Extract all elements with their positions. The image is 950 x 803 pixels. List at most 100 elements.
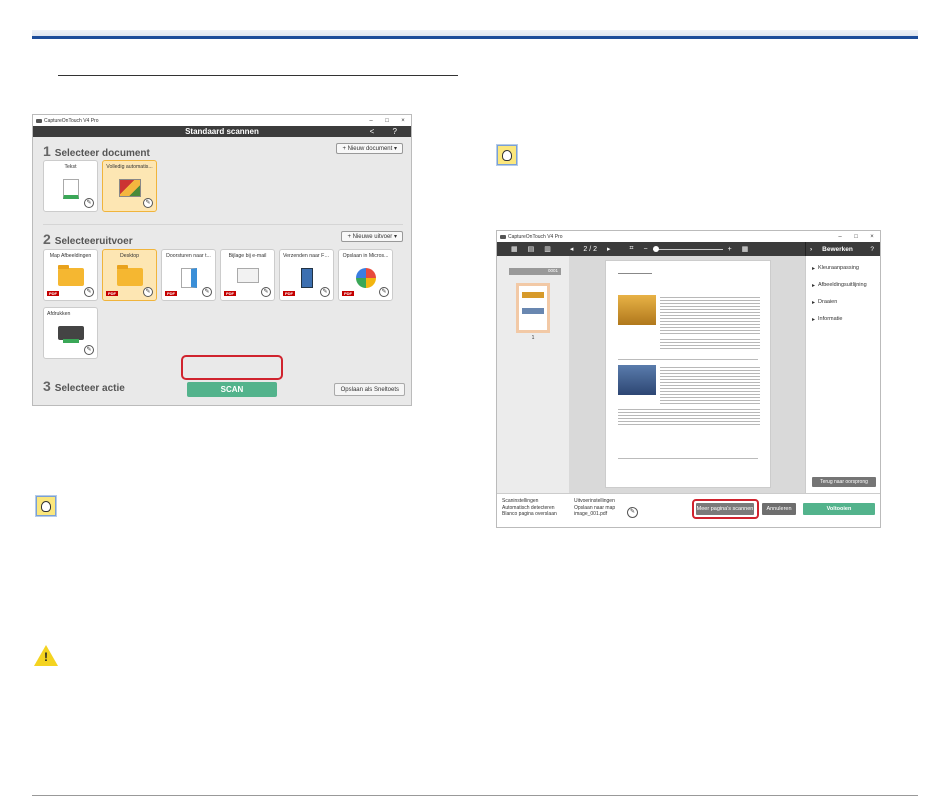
output-card-pictures-folder[interactable]: Map Afbeeldingen PDF ✎ xyxy=(43,249,98,301)
folder-icon xyxy=(116,265,143,286)
edit-pencil-icon[interactable]: ✎ xyxy=(84,345,94,355)
card-label: Map Afbeeldingen xyxy=(49,253,92,259)
standard-scan-window: CaptureOnTouch V4 Pro – □ × Standaard sc… xyxy=(32,114,412,406)
document-card-full-auto[interactable]: Volledig automatis... ✎ xyxy=(102,160,157,212)
forward-document-icon xyxy=(180,268,197,288)
scan-button[interactable]: SCAN xyxy=(187,382,277,397)
output-card-print[interactable]: Afdrukken ✎ xyxy=(43,307,98,359)
card-label: Doorsturen naar t... xyxy=(166,253,211,259)
section-divider xyxy=(618,359,758,360)
ftp-icon xyxy=(300,268,313,288)
output-card-forward[interactable]: Doorsturen naar t... PDF ✎ xyxy=(161,249,216,301)
step-number: 1 xyxy=(43,143,51,159)
minimize-icon[interactable]: – xyxy=(832,234,848,240)
zoom-in-icon[interactable]: + xyxy=(728,246,732,253)
output-card-email[interactable]: Bijlage bij e-mail PDF ✎ xyxy=(220,249,275,301)
maximize-icon[interactable]: □ xyxy=(848,234,864,240)
new-document-button[interactable]: + Nieuw document ▾ xyxy=(336,143,403,154)
edit-pencil-icon[interactable]: ✎ xyxy=(202,287,212,297)
zoom-out-icon[interactable]: − xyxy=(643,246,647,253)
mail-icon xyxy=(236,268,259,283)
output-settings-column: Uitvoerinstellingen Opslaan naar map ima… xyxy=(574,498,615,518)
list-view-icon[interactable]: ▥ xyxy=(544,245,551,253)
document-card-text[interactable]: Tekst ✎ xyxy=(43,160,98,212)
prev-page-icon[interactable]: ◂ xyxy=(570,245,574,253)
restore-original-button[interactable]: Terug naar oorsprong xyxy=(812,477,876,487)
output-settings-header: Uitvoerinstellingen xyxy=(574,498,615,504)
fit-page-icon[interactable]: ⌗ xyxy=(630,245,634,253)
zoom-slider[interactable] xyxy=(652,245,723,252)
output-setting-line: image_001.pdf xyxy=(574,511,608,517)
edit-pencil-icon[interactable]: ✎ xyxy=(84,198,94,208)
warning-exclamation: ! xyxy=(44,650,48,664)
information-item[interactable]: Informatie xyxy=(812,314,880,324)
edit-pencil-icon[interactable]: ✎ xyxy=(143,198,153,208)
scanner-app-icon xyxy=(36,118,42,123)
page-counter-bar: 0001 xyxy=(509,268,561,275)
scan-settings-column: Scaninstellingen Automatisch detecteren … xyxy=(502,498,557,518)
output-card-microsoft[interactable]: Opslaan in Micros... PDF ✎ xyxy=(338,249,393,301)
article-text xyxy=(660,337,760,349)
window-titlebar: CaptureOnTouch V4 Pro – □ × xyxy=(33,115,411,126)
window-titlebar: CaptureOnTouch V4 Pro – □ × xyxy=(497,231,880,242)
cloud-pie-icon xyxy=(355,268,376,288)
new-output-button[interactable]: + Nieuwe uitvoer ▾ xyxy=(341,231,403,242)
hint-lightbulb-icon xyxy=(497,145,517,165)
help-icon[interactable]: ? xyxy=(870,246,874,253)
card-label: Bijlage bij e-mail xyxy=(228,253,267,259)
edit-pencil-icon[interactable]: ✎ xyxy=(261,287,271,297)
zoom-slider-handle[interactable] xyxy=(652,245,659,252)
step-label: Selecteer document xyxy=(54,148,150,159)
cancel-button[interactable]: Annuleren xyxy=(762,503,796,515)
next-page-icon[interactable]: ▸ xyxy=(607,245,611,253)
thumbnail-number: 1 xyxy=(531,335,535,341)
thumbnail-grid-icon[interactable]: ▦ xyxy=(742,245,749,253)
large-grid-icon[interactable]: ▦ xyxy=(511,245,518,253)
edit-pencil-icon[interactable]: ✎ xyxy=(143,287,153,297)
edit-pencil-icon[interactable]: ✎ xyxy=(320,287,330,297)
save-as-shortcut-button[interactable]: Opslaan als Sneltoets xyxy=(333,383,405,396)
pdf-badge: PDF xyxy=(165,291,177,296)
color-adjustment-item[interactable]: Kleuraanpassing xyxy=(812,263,880,273)
page-indicator: 2 / 2 xyxy=(583,245,598,253)
window-title: CaptureOnTouch V4 Pro xyxy=(44,117,99,124)
image-alignment-item[interactable]: Afbeeldingsuitlijning xyxy=(812,280,880,290)
scan-more-highlight xyxy=(692,499,759,519)
edit-output-pencil-icon[interactable]: ✎ xyxy=(627,507,638,518)
panel-toggle-icon[interactable]: › xyxy=(810,246,812,253)
close-icon[interactable]: × xyxy=(395,118,411,124)
pdf-badge: PDF xyxy=(283,291,295,296)
page-thumbnail[interactable] xyxy=(516,283,550,333)
edit-pencil-icon[interactable]: ✎ xyxy=(379,287,389,297)
bottom-settings-bar: Scaninstellingen Automatisch detecteren … xyxy=(497,493,880,527)
page-viewer xyxy=(569,256,805,493)
panel-title: Bewerken xyxy=(822,245,853,253)
article-text xyxy=(660,295,760,335)
step-number: 3 xyxy=(43,378,51,394)
divider xyxy=(43,224,403,225)
pdf-badge: PDF xyxy=(342,291,354,296)
page-footer-rule xyxy=(32,795,918,796)
screen-header: Standaard scannen < ? xyxy=(33,126,411,137)
output-card-ftp[interactable]: Verzenden naar FT... PDF ✎ xyxy=(279,249,334,301)
step-label: Selecteeruitvoer xyxy=(54,236,133,247)
card-label: Opslaan in Micros... xyxy=(342,253,389,259)
finish-button[interactable]: Voltooien xyxy=(803,503,875,515)
output-card-desktop[interactable]: Desktop PDF ✎ xyxy=(102,249,157,301)
maximize-icon[interactable]: □ xyxy=(379,118,395,124)
minimize-icon[interactable]: – xyxy=(363,118,379,124)
rotate-item[interactable]: Draaien xyxy=(812,297,880,307)
step-3-heading: 3 Selecteer actie xyxy=(43,378,125,394)
step-1-heading: 1 Selecteer document xyxy=(43,143,150,159)
header-nav-icons[interactable]: < ? xyxy=(370,127,405,136)
close-icon[interactable]: × xyxy=(864,234,880,240)
edit-window: CaptureOnTouch V4 Pro – □ × ▦ ▤ ▥ ◂ 2 / … xyxy=(496,230,881,528)
printer-icon xyxy=(57,326,84,343)
card-label: Desktop xyxy=(119,253,140,259)
pdf-badge: PDF xyxy=(224,291,236,296)
pdf-badge: PDF xyxy=(106,291,118,296)
scan-setting-line: Blanco pagina overslaan xyxy=(502,511,557,517)
edit-pencil-icon[interactable]: ✎ xyxy=(84,287,94,297)
medium-grid-icon[interactable]: ▤ xyxy=(528,245,535,253)
article-text xyxy=(618,407,760,427)
